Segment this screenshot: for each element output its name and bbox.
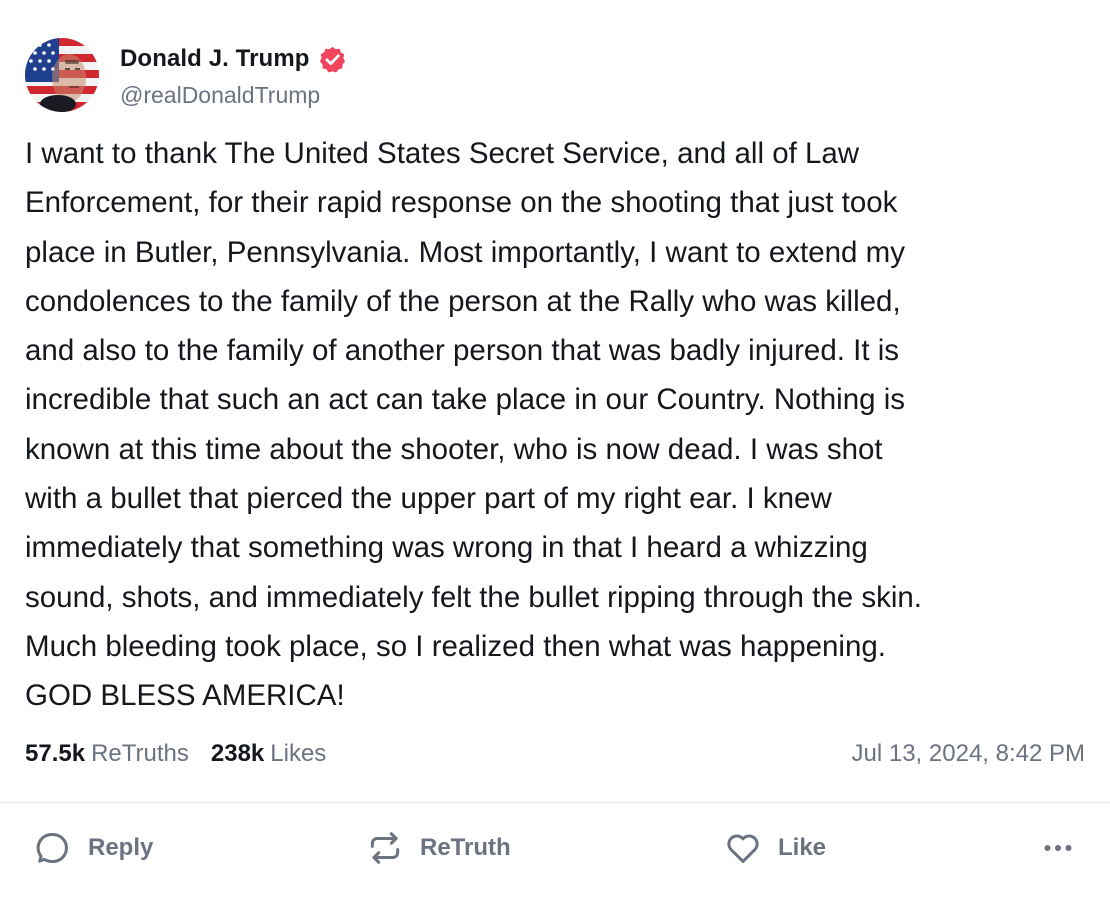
post-stats: 57.5k ReTruths 238k Likes xyxy=(25,740,326,768)
likes-label[interactable]: Likes xyxy=(270,740,326,768)
reply-label: Reply xyxy=(88,834,154,861)
like-button[interactable]: Like xyxy=(724,826,826,870)
speech-bubble-icon xyxy=(34,829,72,867)
verified-badge-icon xyxy=(318,45,347,74)
reply-button[interactable]: Reply xyxy=(34,826,153,870)
display-name[interactable]: Donald J. Trump xyxy=(120,45,310,73)
retruth-label: ReTruth xyxy=(420,834,511,861)
post-card: Donald J. Trump @realDonaldTrump I want … xyxy=(0,0,1110,908)
like-label: Like xyxy=(778,834,827,861)
likes-count[interactable]: 238k xyxy=(211,740,264,768)
post-header: Donald J. Trump @realDonaldTrump xyxy=(25,38,347,112)
post-text: I want to thank The United States Secret… xyxy=(25,137,922,713)
retruths-count[interactable]: 57.5k xyxy=(25,740,85,768)
action-bar: Reply ReTruth Like xyxy=(0,826,1110,870)
flag-portrait-avatar-icon xyxy=(25,38,99,112)
author-info: Donald J. Trump @realDonaldTrump xyxy=(120,41,347,109)
avatar[interactable] xyxy=(25,38,99,112)
retruths-label[interactable]: ReTruths xyxy=(91,740,189,768)
post-timestamp[interactable]: Jul 13, 2024, 8:42 PM xyxy=(852,740,1085,768)
retruth-button[interactable]: ReTruth xyxy=(366,826,511,870)
ellipsis-icon xyxy=(1040,830,1076,866)
divider xyxy=(0,802,1110,803)
repost-arrows-icon xyxy=(366,829,404,867)
display-name-row: Donald J. Trump xyxy=(120,41,347,77)
more-options-button[interactable] xyxy=(1040,826,1076,870)
user-handle[interactable]: @realDonaldTrump xyxy=(120,82,347,109)
heart-icon xyxy=(724,829,762,867)
